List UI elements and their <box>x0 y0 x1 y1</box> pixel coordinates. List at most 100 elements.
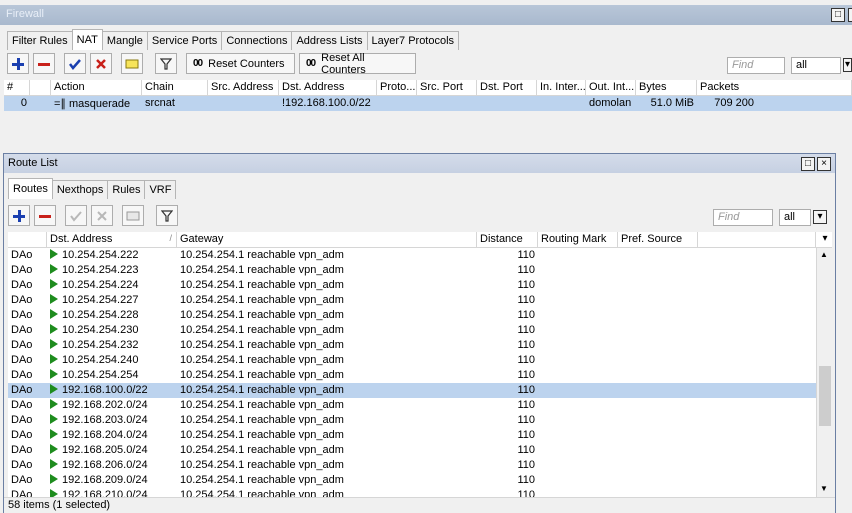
row-flags: DAo <box>8 443 47 458</box>
counter-icon: 00 <box>193 58 203 69</box>
tab-vrf[interactable]: VRF <box>144 180 177 199</box>
row-distance: 110 <box>477 293 538 308</box>
dropdown-icon[interactable]: ▾ <box>843 58 852 72</box>
route-filter-select[interactable]: all <box>779 209 811 226</box>
firewall-titlebar[interactable]: Firewall <box>0 5 852 25</box>
table-row[interactable]: DAo 192.168.209.0/24 10.254.254.1 reachabl… <box>8 473 816 488</box>
table-row[interactable]: DAo 192.168.202.0/24 10.254.254.1 reachabl… <box>8 398 816 413</box>
columns-dropdown-icon[interactable]: ▾ <box>818 233 832 247</box>
row-distance: 110 <box>477 323 538 338</box>
table-row[interactable]: 0 =∥ masquerade srcnat !192.168.100.0/22… <box>4 96 852 111</box>
filter-button[interactable] <box>155 53 177 74</box>
reset-all-counters-button[interactable]: 00 Reset All Counters <box>299 52 416 76</box>
table-row[interactable]: DAo 192.168.100.0/22 10.254.254.1 reachabl… <box>8 383 816 398</box>
col-blank[interactable] <box>30 80 51 96</box>
filter-select[interactable]: all <box>791 57 841 74</box>
row-gateway: 10.254.254.1 reachable vpn_adm <box>177 308 477 323</box>
tab-filter-rules[interactable]: Filter Rules <box>7 31 73 50</box>
comment-route-button[interactable] <box>122 205 144 226</box>
col-flags[interactable] <box>8 232 47 248</box>
col-bytes[interactable]: Bytes <box>636 80 697 96</box>
tab-layer7-protocols[interactable]: Layer7 Protocols <box>366 31 460 50</box>
table-row[interactable]: DAo 10.254.254.228 10.254.254.1 reachable … <box>8 308 816 323</box>
row-routing-mark <box>538 278 618 293</box>
col-proto[interactable]: Proto... <box>377 80 417 96</box>
row-routing-mark <box>538 338 618 353</box>
tab-mangle[interactable]: Mangle <box>101 31 148 50</box>
route-list-titlebar[interactable]: Route List <box>4 154 835 173</box>
table-row[interactable]: DAo 10.254.254.232 10.254.254.1 reachable … <box>8 338 816 353</box>
tab-nat[interactable]: NAT <box>71 29 103 50</box>
table-row[interactable]: DAo 10.254.254.230 10.254.254.1 reachable … <box>8 323 816 338</box>
add-button[interactable] <box>7 53 29 74</box>
col-dst-port[interactable]: Dst. Port <box>477 80 537 96</box>
scroll-up-icon[interactable]: ▲ <box>820 250 828 259</box>
row-gateway-text: 10.254.254.1 reachable vpn_adm <box>180 399 344 411</box>
col-action[interactable]: Action <box>51 80 142 96</box>
col-src-address[interactable]: Src. Address <box>208 80 279 96</box>
enable-route-button[interactable] <box>65 205 87 226</box>
row-dst-address: !192.168.100.0/22 <box>282 97 371 109</box>
tab-rules[interactable]: Rules <box>107 180 146 199</box>
route-flag-icon <box>50 384 58 394</box>
remove-button[interactable] <box>33 53 55 74</box>
tab-service-ports[interactable]: Service Ports <box>146 31 223 50</box>
tab-connections[interactable]: Connections <box>221 31 293 50</box>
row-dst-address-text: 10.254.254.232 <box>62 339 139 351</box>
table-row[interactable]: DAo 10.254.254.254 10.254.254.1 reachable … <box>8 368 816 383</box>
dropdown-icon[interactable]: ▾ <box>813 210 827 224</box>
maximize-icon[interactable]: □ <box>801 157 815 171</box>
table-row[interactable]: DAo 10.254.254.227 10.254.254.1 reachable … <box>8 293 816 308</box>
route-flag-icon <box>50 474 58 484</box>
col-num[interactable]: # <box>4 80 30 96</box>
row-gateway-text: 10.254.254.1 reachable vpn_adm <box>180 354 344 366</box>
col-pref-source[interactable]: Pref. Source <box>618 232 698 248</box>
col-chain[interactable]: Chain <box>142 80 208 96</box>
col-distance[interactable]: Distance <box>477 232 538 248</box>
col-out-interface[interactable]: Out. Int... <box>586 80 636 96</box>
col-dst-address[interactable]: Dst. Address / <box>47 232 177 248</box>
col-blank[interactable] <box>698 232 816 248</box>
col-routing-mark[interactable]: Routing Mark <box>538 232 618 248</box>
filter-route-button[interactable] <box>156 205 178 226</box>
close-icon[interactable]: × <box>817 157 831 171</box>
row-gateway-text: 10.254.254.1 reachable vpn_adm <box>180 474 344 486</box>
col-packets[interactable]: Packets <box>697 80 852 96</box>
tab-address-lists[interactable]: Address Lists <box>291 31 368 50</box>
remove-route-button[interactable] <box>34 205 56 226</box>
row-distance: 110 <box>477 368 538 383</box>
col-in-interface[interactable]: In. Inter... <box>537 80 586 96</box>
find-input[interactable]: Find <box>727 57 785 74</box>
disable-button[interactable] <box>90 53 112 74</box>
table-row[interactable]: DAo 192.168.203.0/24 10.254.254.1 reachabl… <box>8 413 816 428</box>
reset-counters-button[interactable]: 00 Reset Counters <box>186 53 295 74</box>
table-row[interactable]: DAo 10.254.254.222 10.254.254.1 reachable … <box>8 248 816 263</box>
col-dst-address[interactable]: Dst. Address <box>279 80 377 96</box>
table-row[interactable]: DAo 10.254.254.223 10.254.254.1 reachable … <box>8 263 816 278</box>
row-routing-mark <box>538 263 618 278</box>
col-src-port[interactable]: Src. Port <box>417 80 477 96</box>
row-gateway: 10.254.254.1 reachable vpn_adm <box>177 248 477 263</box>
enable-button[interactable] <box>64 53 86 74</box>
row-flags-text: DAo <box>11 399 33 411</box>
scroll-down-icon[interactable]: ▼ <box>820 484 828 493</box>
disable-route-button[interactable] <box>91 205 113 226</box>
row-flags: DAo <box>8 278 47 293</box>
vertical-scrollbar[interactable]: ▲ ▼ <box>816 248 832 497</box>
add-route-button[interactable] <box>8 205 30 226</box>
tab-routes[interactable]: Routes <box>8 178 53 199</box>
table-row[interactable]: DAo 192.168.205.0/24 10.254.254.1 reachabl… <box>8 443 816 458</box>
row-dst-address: 192.168.203.0/24 <box>47 413 177 428</box>
tab-nexthops[interactable]: Nexthops <box>51 180 109 199</box>
col-gateway[interactable]: Gateway <box>177 232 477 248</box>
table-row[interactable]: DAo 10.254.254.224 10.254.254.1 reachable … <box>8 278 816 293</box>
table-row[interactable]: DAo 10.254.254.240 10.254.254.1 reachable … <box>8 353 816 368</box>
close-icon[interactable] <box>848 8 852 22</box>
route-find-input[interactable]: Find <box>713 209 773 226</box>
scrollbar-thumb[interactable] <box>819 366 831 426</box>
table-row[interactable]: DAo 192.168.206.0/24 10.254.254.1 reachabl… <box>8 458 816 473</box>
table-row[interactable]: DAo 192.168.204.0/24 10.254.254.1 reachabl… <box>8 428 816 443</box>
comment-button[interactable] <box>121 53 143 74</box>
col-dst-address-label: Dst. Address <box>50 233 113 245</box>
maximize-icon[interactable]: □ <box>831 8 845 22</box>
